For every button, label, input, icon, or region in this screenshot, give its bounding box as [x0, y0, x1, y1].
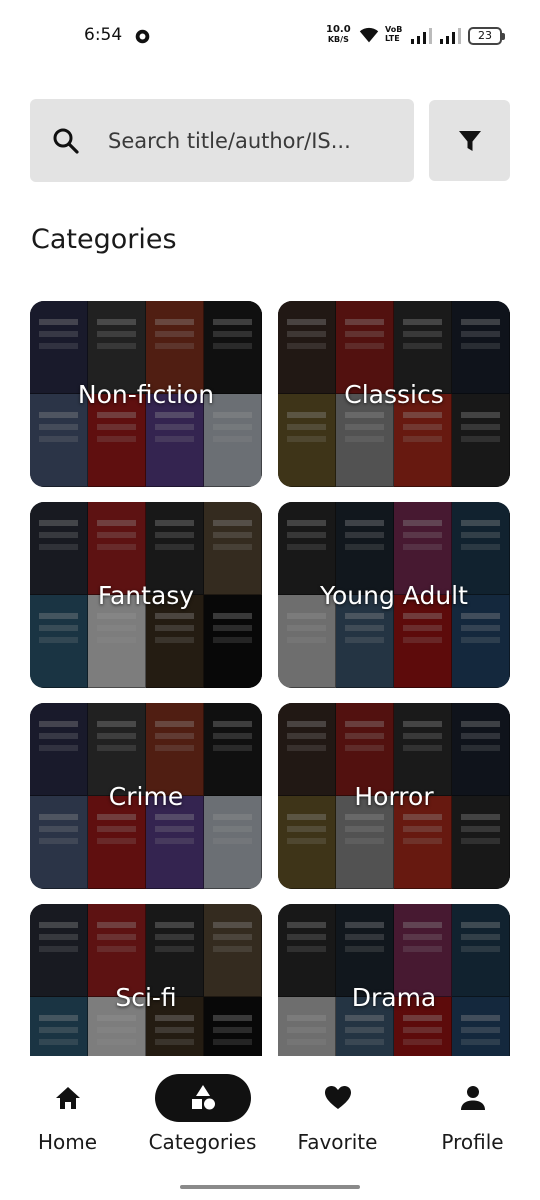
nav-icon-container	[425, 1074, 521, 1122]
category-card-young-adult[interactable]: Young Adult	[278, 502, 510, 688]
nav-item-profile[interactable]: Profile	[405, 1068, 540, 1168]
category-card-sci-fi[interactable]: Sci-fi	[30, 904, 262, 1056]
category-card-horror[interactable]: Horror	[278, 703, 510, 889]
search-input[interactable]	[108, 122, 390, 160]
volte-bottom-text: LTE	[385, 34, 400, 43]
network-speed-unit: KB/S	[327, 35, 349, 44]
wifi-icon	[359, 27, 379, 43]
category-label: Drama	[351, 982, 437, 1012]
nav-label: Categories	[148, 1130, 257, 1154]
nav-icon-container	[20, 1074, 116, 1122]
nav-label: Home	[37, 1130, 98, 1154]
category-card-classics[interactable]: Classics	[278, 301, 510, 487]
nav-item-home[interactable]: Home	[0, 1068, 135, 1168]
category-grid[interactable]: Non-fiction Classics Fantasy Young Adult…	[0, 300, 540, 1056]
category-card-fantasy[interactable]: Fantasy	[30, 502, 262, 688]
battery-icon: 23	[468, 27, 505, 45]
category-label: Young Adult	[320, 580, 468, 610]
category-card-non-fiction[interactable]: Non-fiction	[30, 301, 262, 487]
signal-icon	[440, 28, 461, 44]
nav-item-favorite[interactable]: Favorite	[270, 1068, 405, 1168]
person-icon	[460, 1086, 485, 1110]
nav-item-categories[interactable]: Categories	[135, 1068, 270, 1168]
category-card-crime[interactable]: Crime	[30, 703, 262, 889]
categories-screen: 6:54 10.0 KB/S VoB LTE 23 Search title/a…	[0, 0, 540, 1200]
categories-icon	[191, 1085, 215, 1110]
volte-top-text: VoB	[385, 25, 403, 34]
status-bar: 6:54 10.0 KB/S VoB LTE 23	[0, 0, 540, 72]
volte-icon: VoB LTE	[385, 25, 402, 43]
category-label: Fantasy	[97, 580, 195, 610]
search-icon	[53, 128, 79, 154]
signal-icon	[411, 28, 432, 44]
category-label: Crime	[108, 781, 184, 811]
category-label: Classics	[344, 379, 444, 409]
heart-icon	[324, 1086, 351, 1109]
nav-icon-container-active	[154, 1074, 251, 1122]
status-time: 6:54	[84, 25, 123, 45]
network-speed-value: 10.0	[326, 24, 351, 35]
category-label: Non-fiction	[77, 379, 215, 409]
filter-button[interactable]	[429, 100, 510, 181]
gesture-home-indicator[interactable]	[180, 1185, 360, 1189]
nav-label: Profile	[441, 1130, 504, 1154]
bottom-navigation: Home Categories Favorite Profile	[0, 1056, 540, 1200]
section-title: Categories	[31, 224, 177, 255]
network-speed: 10.0 KB/S	[326, 25, 351, 45]
filter-icon	[458, 130, 481, 151]
category-card-drama[interactable]: Drama	[278, 904, 510, 1056]
category-label: Horror	[354, 781, 434, 811]
nav-label: Favorite	[297, 1130, 378, 1154]
home-icon	[55, 1087, 80, 1109]
notification-dot-icon	[135, 29, 150, 44]
nav-icon-container	[290, 1074, 386, 1122]
category-label: Sci-fi	[115, 982, 177, 1012]
